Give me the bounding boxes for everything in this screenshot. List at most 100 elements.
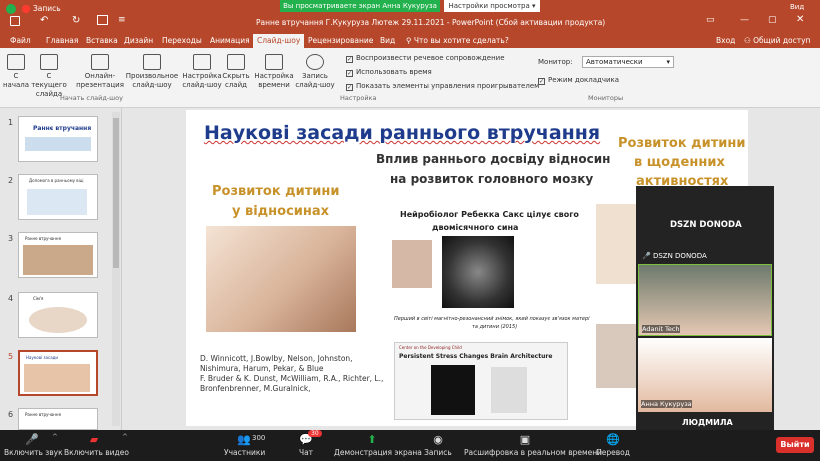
checkmark-icon: ✓	[346, 84, 353, 91]
thumb-caption: Сім'я	[33, 296, 44, 301]
hide-slide-icon	[227, 54, 245, 70]
customize-toolbar-icon[interactable]: ≡	[118, 15, 126, 25]
setup-show-label: Настройка слайд-шоу	[182, 72, 222, 89]
meeting-controls: 🎤 Включить звук ^ ▰ Включить видео ^ 👥 Учас…	[0, 430, 820, 461]
mri-caption-2: та дитини (2015)	[472, 324, 518, 330]
presenter-view-label: Режим докладчика	[548, 76, 620, 84]
participant-name-lyudmila: ЛЮДМИЛА	[682, 418, 733, 427]
online-presentation-label: Онлайн-презентация	[76, 72, 124, 89]
start-video-label: Включить видео	[64, 448, 129, 457]
tab-file[interactable]: Файл	[10, 36, 31, 45]
stress-header: Center on the Developing Child	[399, 345, 462, 350]
presenter-view-checkbox[interactable]: ✓ Режим докладчика	[538, 76, 619, 85]
narration-label: Воспроизвести речевое сопровождение	[356, 54, 505, 62]
narration-checkbox[interactable]: ✓ Воспроизвести речевое сопровождение	[346, 54, 505, 63]
thumb-image	[29, 307, 87, 333]
from-beginning-label: С начала	[2, 72, 30, 89]
video-off-icon: ▰	[89, 433, 99, 446]
baby-photo	[392, 240, 432, 288]
play-icon	[7, 54, 25, 70]
slide-thumbnail[interactable]: Раннє втручання	[18, 116, 98, 162]
tab-review[interactable]: Рецензирование	[308, 36, 373, 45]
undo-icon[interactable]: ↶	[40, 15, 48, 26]
translation-button[interactable]: 🌐 Перевод	[596, 432, 630, 457]
tab-slideshow[interactable]: Слайд-шоу	[253, 34, 305, 48]
start-video-button[interactable]: ▰ Включить видео	[64, 432, 129, 457]
online-presentation-button[interactable]: Онлайн-презентация	[76, 54, 124, 90]
redo-icon[interactable]: ↻	[72, 15, 80, 26]
tab-view[interactable]: Вид	[380, 36, 395, 45]
thumb-number: 1	[8, 118, 14, 127]
tab-home[interactable]: Главная	[46, 36, 78, 45]
ribbon-display-icon[interactable]: ▭	[706, 15, 715, 25]
shield-icon	[6, 4, 16, 14]
tell-me-search[interactable]: ⚲ Что вы хотите сделать?	[406, 36, 509, 45]
view-menu-button[interactable]: Вид	[790, 3, 804, 11]
chevron-up-icon[interactable]: ^	[122, 433, 128, 441]
neuro-caption-1: Нейробіолог Ребекка Сакс цілує свого	[400, 210, 579, 219]
save-icon[interactable]	[10, 16, 20, 26]
person-icon: ⚇	[744, 36, 754, 45]
rehearse-timings-button[interactable]: Настройка времени	[254, 54, 294, 90]
video-tile-adanit[interactable]: Adanit Tech	[638, 264, 772, 336]
left-heading-2: у відносинах	[232, 204, 330, 219]
present-icon[interactable]	[97, 15, 108, 25]
setup-icon	[193, 54, 211, 70]
video-tile-anna[interactable]: Анна Кукуруза	[638, 338, 772, 412]
view-settings-button[interactable]: Настройки просмотра ▾	[444, 0, 540, 12]
hide-slide-button[interactable]: Скрыть слайд	[220, 54, 252, 90]
slide-thumbnail[interactable]: Ранне втручання	[18, 232, 98, 278]
record-show-button[interactable]: Запись слайд-шоу	[292, 54, 338, 90]
share-screen-button[interactable]: ⬆ Демонстрация экрана	[334, 432, 422, 457]
slide-thumbnail[interactable]: Ранне втручання	[18, 408, 98, 430]
monitor-label: Монитор:	[538, 58, 573, 66]
from-current-button[interactable]: С текущего слайда	[28, 54, 70, 99]
participants-gallery: DSZN DONODA 🎤 DSZN DONODA Adanit Tech Ан…	[636, 186, 774, 430]
use-timings-checkbox[interactable]: ✓ Использовать время	[346, 68, 432, 77]
checkmark-icon: ✓	[346, 56, 353, 63]
unmute-label: Включить звук	[4, 448, 63, 457]
tab-transitions[interactable]: Переходы	[162, 36, 202, 45]
setup-show-button[interactable]: Настройка слайд-шоу	[182, 54, 222, 90]
scrollbar-thumb[interactable]	[113, 118, 119, 268]
record-icon: ◉	[433, 433, 443, 446]
child-activity-photo	[596, 324, 636, 388]
maximize-icon[interactable]: ▢	[768, 15, 777, 25]
sign-in-link[interactable]: Вход	[716, 36, 735, 45]
chevron-up-icon[interactable]: ^	[52, 433, 58, 441]
view-settings-label: Настройки просмотра	[448, 2, 530, 10]
from-beginning-button[interactable]: С начала	[2, 54, 30, 90]
online-icon	[91, 54, 109, 70]
left-heading-1: Розвиток дитини	[212, 184, 340, 199]
hide-slide-label: Скрыть слайд	[222, 72, 250, 89]
play-current-icon	[40, 54, 58, 70]
tab-animations[interactable]: Анимация	[210, 36, 250, 45]
translation-label: Перевод	[596, 448, 630, 457]
thumb-caption: Ранне втручання	[25, 412, 61, 417]
thumb-image	[23, 245, 93, 275]
monitor-select[interactable]: Автоматически ▾	[582, 56, 674, 68]
tab-design[interactable]: Дизайн	[124, 36, 153, 45]
slide-thumbnail-selected[interactable]: Наукові засади	[18, 350, 98, 396]
participants-count: 300	[252, 434, 266, 442]
parent-child-photo	[206, 226, 356, 332]
custom-show-button[interactable]: Произвольное слайд-шоу	[124, 54, 180, 90]
active-speaker-name: DSZN DONODA	[670, 220, 742, 230]
title-bar: Запись Вы просматриваете экран Анна Куку…	[0, 0, 820, 34]
record-dot-icon	[22, 5, 30, 13]
thumbnails-scrollbar[interactable]	[112, 112, 120, 426]
references-line-2: Nishimura, Harum, Pekar, & Blue	[200, 364, 324, 373]
slide-title: Наукові засади раннього втручання	[204, 122, 601, 144]
close-icon[interactable]: ✕	[796, 14, 804, 25]
share-button[interactable]: ⚇ Общий доступ	[744, 36, 810, 45]
rehearse-timings-label: Настройка времени	[254, 72, 294, 89]
minimize-icon[interactable]: —	[740, 15, 749, 25]
slide-thumbnail[interactable]: Сім'я	[18, 292, 98, 338]
leave-button[interactable]: Выйти	[776, 437, 814, 453]
record-button[interactable]: ◉ Запись	[424, 432, 452, 457]
live-transcript-button[interactable]: ▣ Расшифровка в реальном времени	[464, 432, 602, 457]
media-controls-checkbox[interactable]: ✓ Показать элементы управления проигрыват…	[346, 82, 539, 91]
tab-insert[interactable]: Вставка	[86, 36, 118, 45]
chat-label: Чат	[298, 448, 314, 457]
slide-thumbnail[interactable]: Допомога в ранньому віці	[18, 174, 98, 220]
